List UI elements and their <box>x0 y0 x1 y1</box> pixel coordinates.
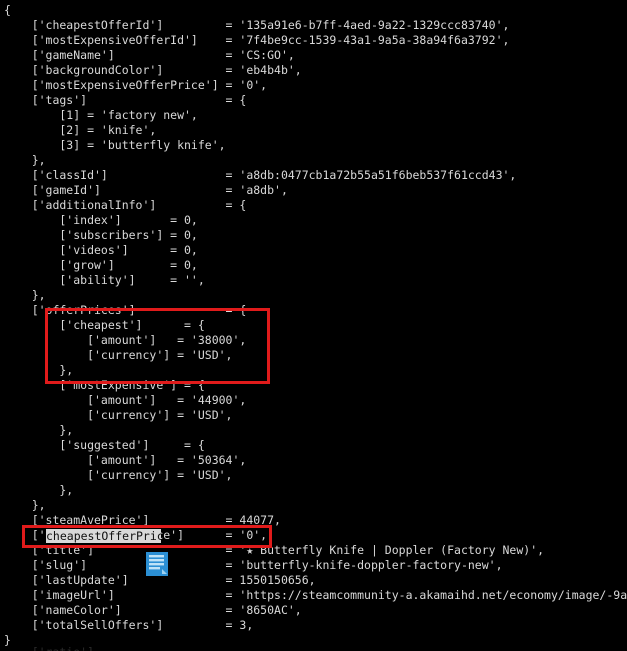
variable-dump-text: { ['cheapestOfferId'] = '135a91e6-b7ff-4… <box>4 3 627 647</box>
text-document-icon <box>144 551 170 577</box>
terminal-window: { ['cheapestOfferId'] = '135a91e6-b7ff-4… <box>0 0 627 651</box>
bottom-cutoff-line: ['ratio'] ... <box>4 645 624 651</box>
text-selection-highlight[interactable]: cheapestOfferPrice <box>46 529 161 543</box>
